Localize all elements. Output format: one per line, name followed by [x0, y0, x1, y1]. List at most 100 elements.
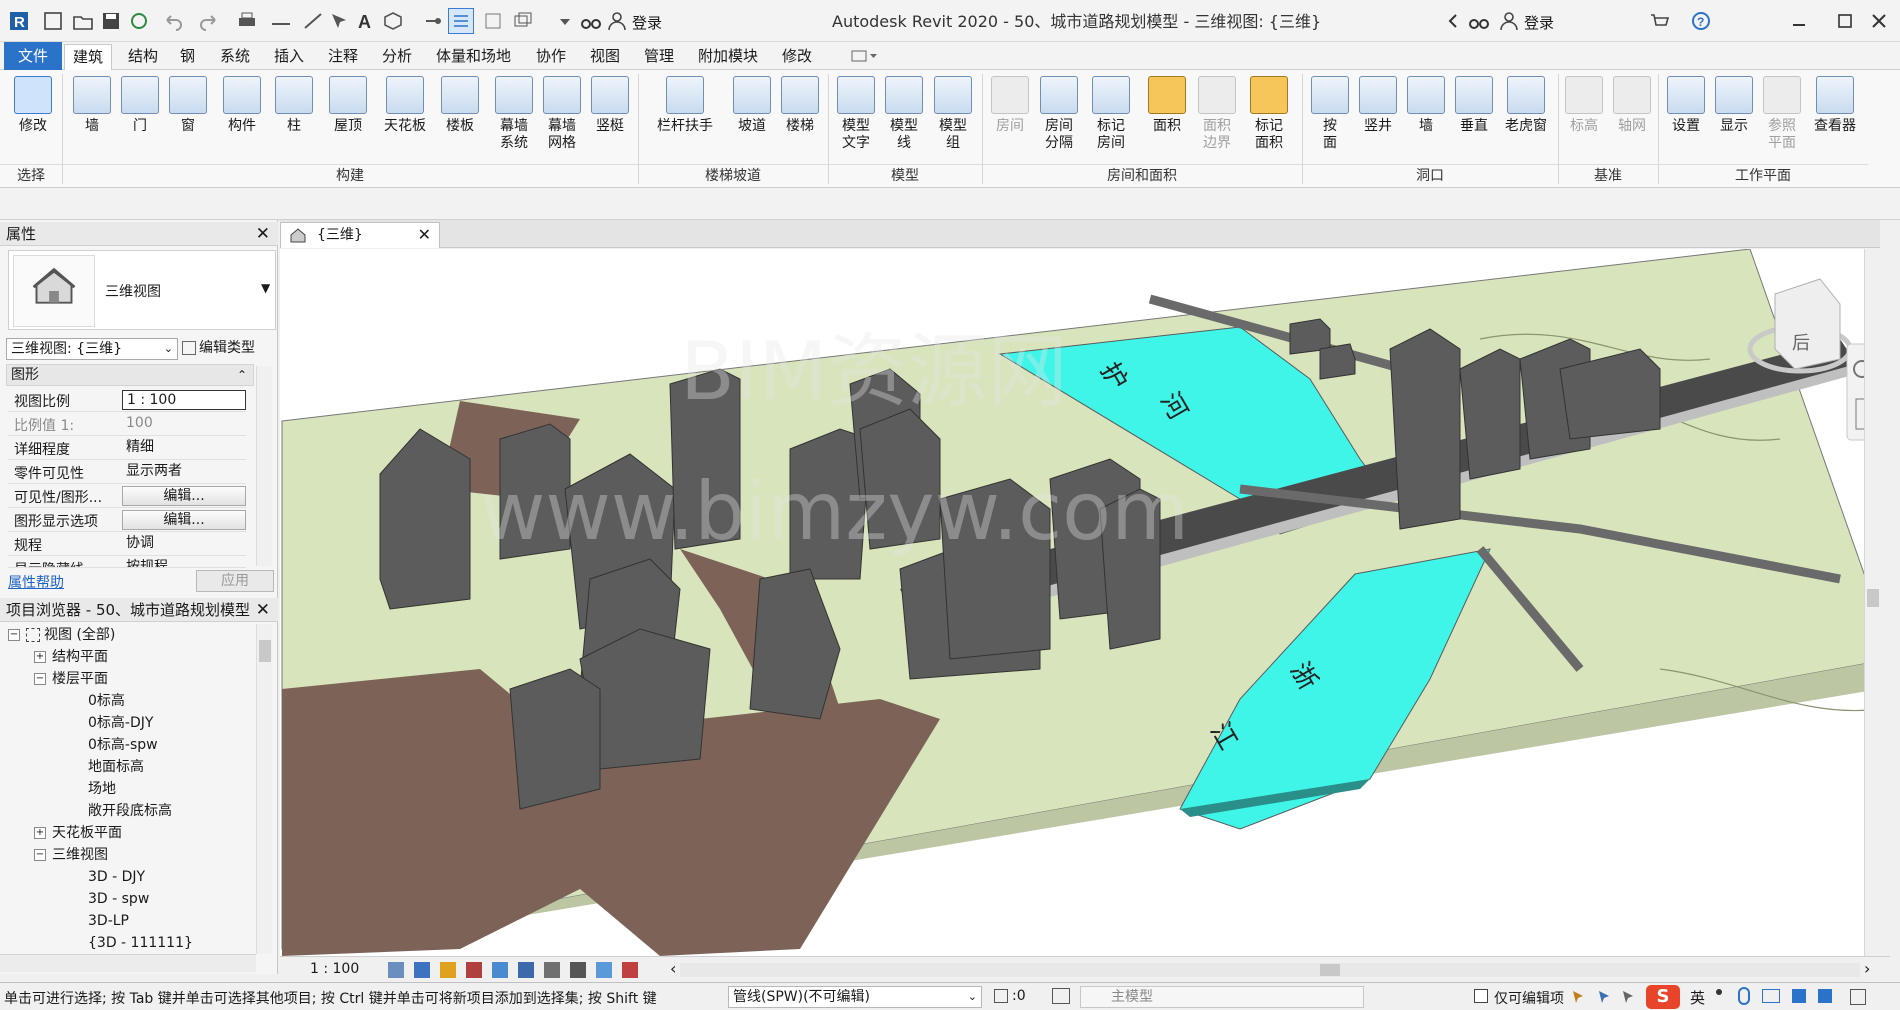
collapse-toggle-icon[interactable]: −: [34, 673, 46, 685]
shaft-button[interactable]: 竖井: [1356, 74, 1400, 135]
prop-row-graphic-display[interactable]: 图形显示选项 编辑...: [8, 508, 246, 532]
prop-row-detail-level[interactable]: 详细程度 精细: [8, 436, 246, 460]
login-link-left[interactable]: 登录: [632, 12, 662, 33]
view-scale[interactable]: 1 : 100: [310, 961, 359, 977]
mullion-button[interactable]: 竖梃: [586, 74, 634, 135]
select-links-icon[interactable]: [1570, 988, 1588, 1006]
tab-massing-site[interactable]: 体量和场地: [428, 44, 519, 70]
scroll-thumb[interactable]: [259, 640, 271, 662]
view-tab-3d[interactable]: {三维} ✕: [280, 222, 440, 248]
ime-mode-indicator[interactable]: 英: [1690, 987, 1705, 1008]
tab-analyze[interactable]: 分析: [374, 44, 420, 70]
floor-button[interactable]: 楼板: [436, 74, 484, 135]
punctuation-icon[interactable]: [1716, 989, 1722, 995]
render-icon[interactable]: [492, 962, 508, 978]
modify-button[interactable]: 修改: [8, 74, 58, 135]
tree-item-3d-111111[interactable]: {3D - 111111}: [88, 932, 193, 954]
workset-icon[interactable]: [994, 989, 1008, 1003]
column-button[interactable]: 柱: [272, 74, 316, 135]
browser-scrollbar[interactable]: [256, 624, 272, 954]
vertical-opening-button[interactable]: 垂直: [1452, 74, 1496, 135]
view-instance-selector[interactable]: 三维视图: {三维} ⌄: [6, 338, 178, 360]
ramp-button[interactable]: 坡道: [730, 74, 774, 135]
sync-icon[interactable]: [126, 8, 152, 34]
edit-type-button[interactable]: 编辑类型: [182, 338, 274, 360]
grid-button[interactable]: 轴网: [1610, 74, 1654, 135]
view-hscrollbar[interactable]: [680, 963, 1860, 977]
tab-view[interactable]: 视图: [582, 44, 628, 70]
window-button[interactable]: 窗: [166, 74, 210, 135]
tree-item-3d-lp[interactable]: 3D-LP: [88, 910, 129, 932]
tab-architecture[interactable]: 建筑: [64, 44, 113, 70]
close-window-icon[interactable]: [1866, 8, 1892, 34]
thin-lines-icon[interactable]: [448, 8, 474, 34]
crop-region-icon[interactable]: [544, 962, 560, 978]
ime-toolbox-icon[interactable]: [1818, 989, 1832, 1003]
tab-modify[interactable]: 修改: [774, 44, 820, 70]
maximize-icon[interactable]: [1832, 8, 1858, 34]
viewport-vscrollbar[interactable]: [1864, 249, 1880, 956]
close-icon[interactable]: ✕: [256, 222, 270, 246]
component-button[interactable]: 构件: [218, 74, 266, 135]
tab-structure[interactable]: 结构: [120, 44, 166, 70]
design-options-icon[interactable]: [1052, 988, 1070, 1004]
tree-item-views-all[interactable]: − 视图 (全部): [8, 624, 115, 646]
filter-icon[interactable]: [1850, 989, 1866, 1005]
level-button[interactable]: 标高: [1562, 74, 1606, 135]
search-back-icon[interactable]: [1440, 8, 1466, 34]
ime-skin-icon[interactable]: [1792, 989, 1806, 1003]
curtain-system-button[interactable]: 幕墙 系统: [490, 74, 538, 152]
account-icon[interactable]: [1496, 8, 1522, 34]
prop-value[interactable]: 按规程: [122, 558, 246, 567]
infocenter-binoculars-icon[interactable]: [1466, 8, 1492, 34]
save-icon[interactable]: [98, 8, 124, 34]
tag-room-button[interactable]: 标记 房间: [1088, 74, 1134, 152]
switch-windows-icon[interactable]: [510, 8, 536, 34]
visual-style-icon[interactable]: [414, 962, 430, 978]
temporary-hide-icon[interactable]: [596, 962, 612, 978]
vg-edit-button[interactable]: 编辑...: [122, 486, 246, 506]
roof-button[interactable]: 屋顶: [324, 74, 372, 135]
area-boundary-button[interactable]: 面积 边界: [1194, 74, 1240, 152]
measure-icon[interactable]: [268, 8, 294, 34]
ref-plane-button[interactable]: 参照 平面: [1760, 74, 1804, 152]
group-room-area[interactable]: 房间和面积: [982, 164, 1302, 186]
model-line-button[interactable]: 模型线: [882, 74, 926, 152]
chevron-down-icon[interactable]: ▼: [261, 281, 270, 295]
tab-collaborate[interactable]: 协作: [528, 44, 574, 70]
prop-value[interactable]: 精细: [122, 438, 246, 458]
by-face-button[interactable]: 按面: [1310, 74, 1350, 152]
tab-manage[interactable]: 管理: [636, 44, 682, 70]
lock-view-icon[interactable]: [570, 962, 586, 978]
design-option-select[interactable]: 主模型: [1080, 986, 1364, 1008]
tree-item-3d-views[interactable]: − 三维视图: [34, 844, 108, 866]
dormer-button[interactable]: 老虎窗: [1500, 74, 1552, 135]
microphone-icon[interactable]: [1738, 987, 1750, 1005]
keyboard-icon[interactable]: [1762, 989, 1780, 1003]
3d-viewport[interactable]: BIM资源网 www.bimzyw.com 护 河 浙 江 后: [280, 249, 1880, 956]
minimize-icon[interactable]: [1786, 8, 1812, 34]
tab-insert[interactable]: 插入: [266, 44, 312, 70]
tree-item-site[interactable]: 场地: [88, 778, 116, 800]
close-view-icon[interactable]: ✕: [418, 223, 431, 247]
set-workplane-button[interactable]: 设置: [1664, 74, 1708, 135]
tree-item-ground-level[interactable]: 地面标高: [88, 756, 144, 778]
tree-item-3d-djy[interactable]: 3D - DJY: [88, 866, 145, 888]
model-text-button[interactable]: 模型 文字: [834, 74, 878, 152]
wall-opening-button[interactable]: 墙: [1404, 74, 1448, 135]
reveal-hidden-icon[interactable]: [622, 962, 638, 978]
prop-row-vg[interactable]: 可见性/图形... 编辑...: [8, 484, 246, 508]
customize-qat-icon[interactable]: [552, 8, 578, 34]
curtain-grid-button[interactable]: 幕墙 网格: [538, 74, 586, 152]
prop-value[interactable]: 显示两者: [122, 462, 246, 482]
apply-button[interactable]: 应用: [196, 570, 274, 592]
redo-icon[interactable]: [196, 8, 222, 34]
close-icon[interactable]: ✕: [256, 598, 270, 622]
scroll-thumb[interactable]: [1867, 589, 1879, 607]
close-hidden-icon[interactable]: [480, 8, 506, 34]
section-graphics[interactable]: 图形 ⌃: [6, 364, 254, 386]
user-icon[interactable]: [604, 8, 630, 34]
expand-toggle-icon[interactable]: +: [34, 651, 46, 663]
door-button[interactable]: 门: [118, 74, 162, 135]
tree-item-structural-plans[interactable]: + 结构平面: [34, 646, 108, 668]
